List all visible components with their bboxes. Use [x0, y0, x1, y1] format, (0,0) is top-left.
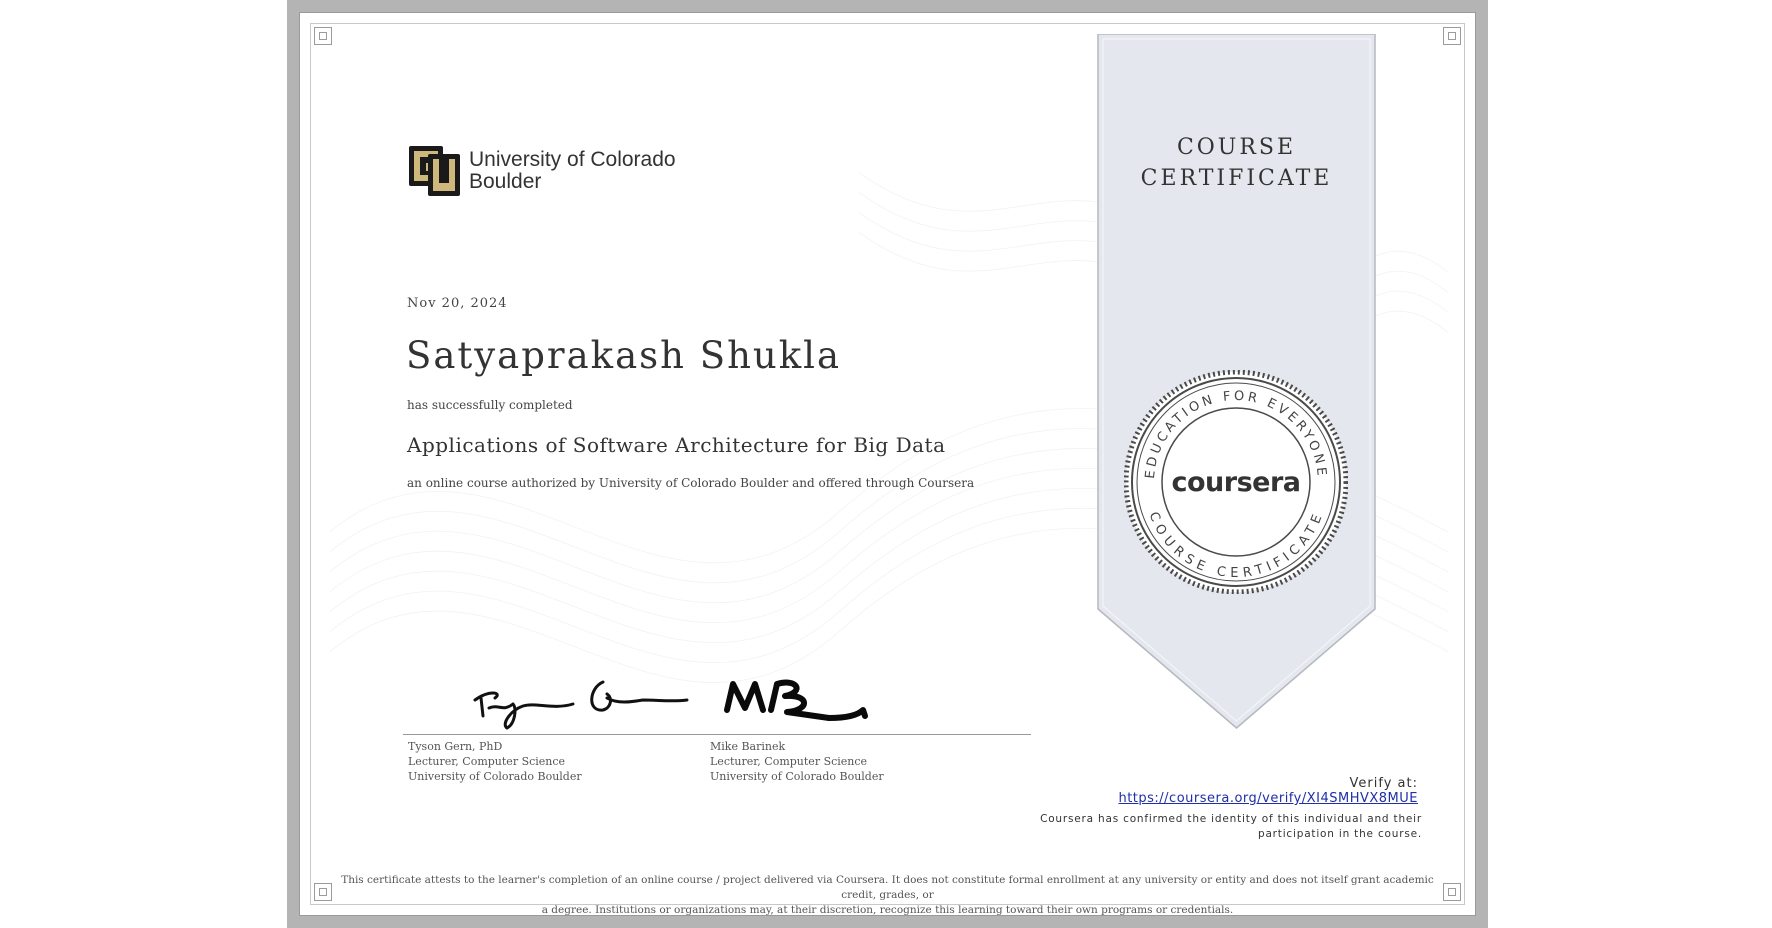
signature-block: Tyson Gern, PhD Lecturer, Computer Scien… — [403, 664, 738, 784]
coursera-seal-icon: EDUCATION FOR EVERYONE COURSE CERTIFICAT… — [1124, 370, 1348, 594]
completion-date: Nov 20, 2024 — [407, 296, 508, 311]
course-name: Applications of Software Architecture fo… — [407, 433, 946, 457]
logo-text-line2: Boulder — [469, 170, 542, 193]
signatory-title: Lecturer, Computer Science — [710, 755, 868, 768]
verify-note: Coursera has confirmed the identity of t… — [1040, 812, 1422, 842]
signatory-name: Tyson Gern, PhD — [408, 740, 503, 753]
inner-border: COURSE CERTIFICATE EDUCATION FOR EVERYON… — [310, 23, 1465, 916]
corner-ornament — [314, 27, 332, 45]
ribbon-title-line2: CERTIFICATE — [1140, 166, 1333, 191]
corner-ornament — [314, 883, 332, 901]
logo-text-line1: University of Colorado — [469, 148, 676, 171]
signature-line — [403, 734, 738, 735]
signature-image-tyson-gern — [403, 664, 738, 734]
corner-ornament — [1443, 883, 1461, 901]
signatory-institution: University of Colorado Boulder — [408, 770, 582, 783]
signature-image-mike-barinek — [705, 664, 1031, 734]
verify-label: Verify at: — [1349, 776, 1418, 791]
verify-note-line2: participation in the course. — [1257, 828, 1422, 840]
verify-link[interactable]: https://coursera.org/verify/XI4SMHVX8MUE — [1040, 791, 1418, 806]
completed-label: has successfully completed — [407, 398, 573, 412]
disclaimer-text: This certificate attests to the learner'… — [333, 873, 1442, 918]
verify-note-line1: Coursera has confirmed the identity of t… — [1040, 813, 1422, 825]
course-description: an online course authorized by Universit… — [407, 476, 975, 490]
signatory-details: Mike Barinek Lecturer, Computer Science … — [710, 739, 1031, 784]
ribbon-title-line1: COURSE — [1176, 135, 1297, 160]
signatory-details: Tyson Gern, PhD Lecturer, Computer Scien… — [408, 739, 738, 784]
signature-line — [705, 734, 1031, 735]
signatory-title: Lecturer, Computer Science — [408, 755, 566, 768]
cu-boulder-logo-icon — [409, 146, 460, 196]
seal-center-text: coursera — [1171, 467, 1300, 498]
signatory-institution: University of Colorado Boulder — [710, 770, 884, 783]
ribbon-title: COURSE CERTIFICATE — [1097, 132, 1376, 194]
recipient-name: Satyaprakash Shukla — [406, 334, 842, 377]
disclaimer-line1: This certificate attests to the learner'… — [341, 874, 1434, 901]
signatory-name: Mike Barinek — [710, 740, 786, 753]
disclaimer-line2: a degree. Institutions or organizations … — [541, 904, 1234, 916]
signature-block: Mike Barinek Lecturer, Computer Science … — [705, 664, 1031, 784]
logo-wordmark: University of Colorado Boulder — [469, 149, 676, 193]
corner-ornament — [1443, 27, 1461, 45]
certificate-ribbon: COURSE CERTIFICATE EDUCATION FOR EVERYON… — [1097, 34, 1376, 729]
certificate-paper: COURSE CERTIFICATE EDUCATION FOR EVERYON… — [299, 12, 1476, 916]
certificate-frame: COURSE CERTIFICATE EDUCATION FOR EVERYON… — [287, 0, 1488, 928]
verification-block: Verify at: https://coursera.org/verify/X… — [1040, 776, 1422, 842]
